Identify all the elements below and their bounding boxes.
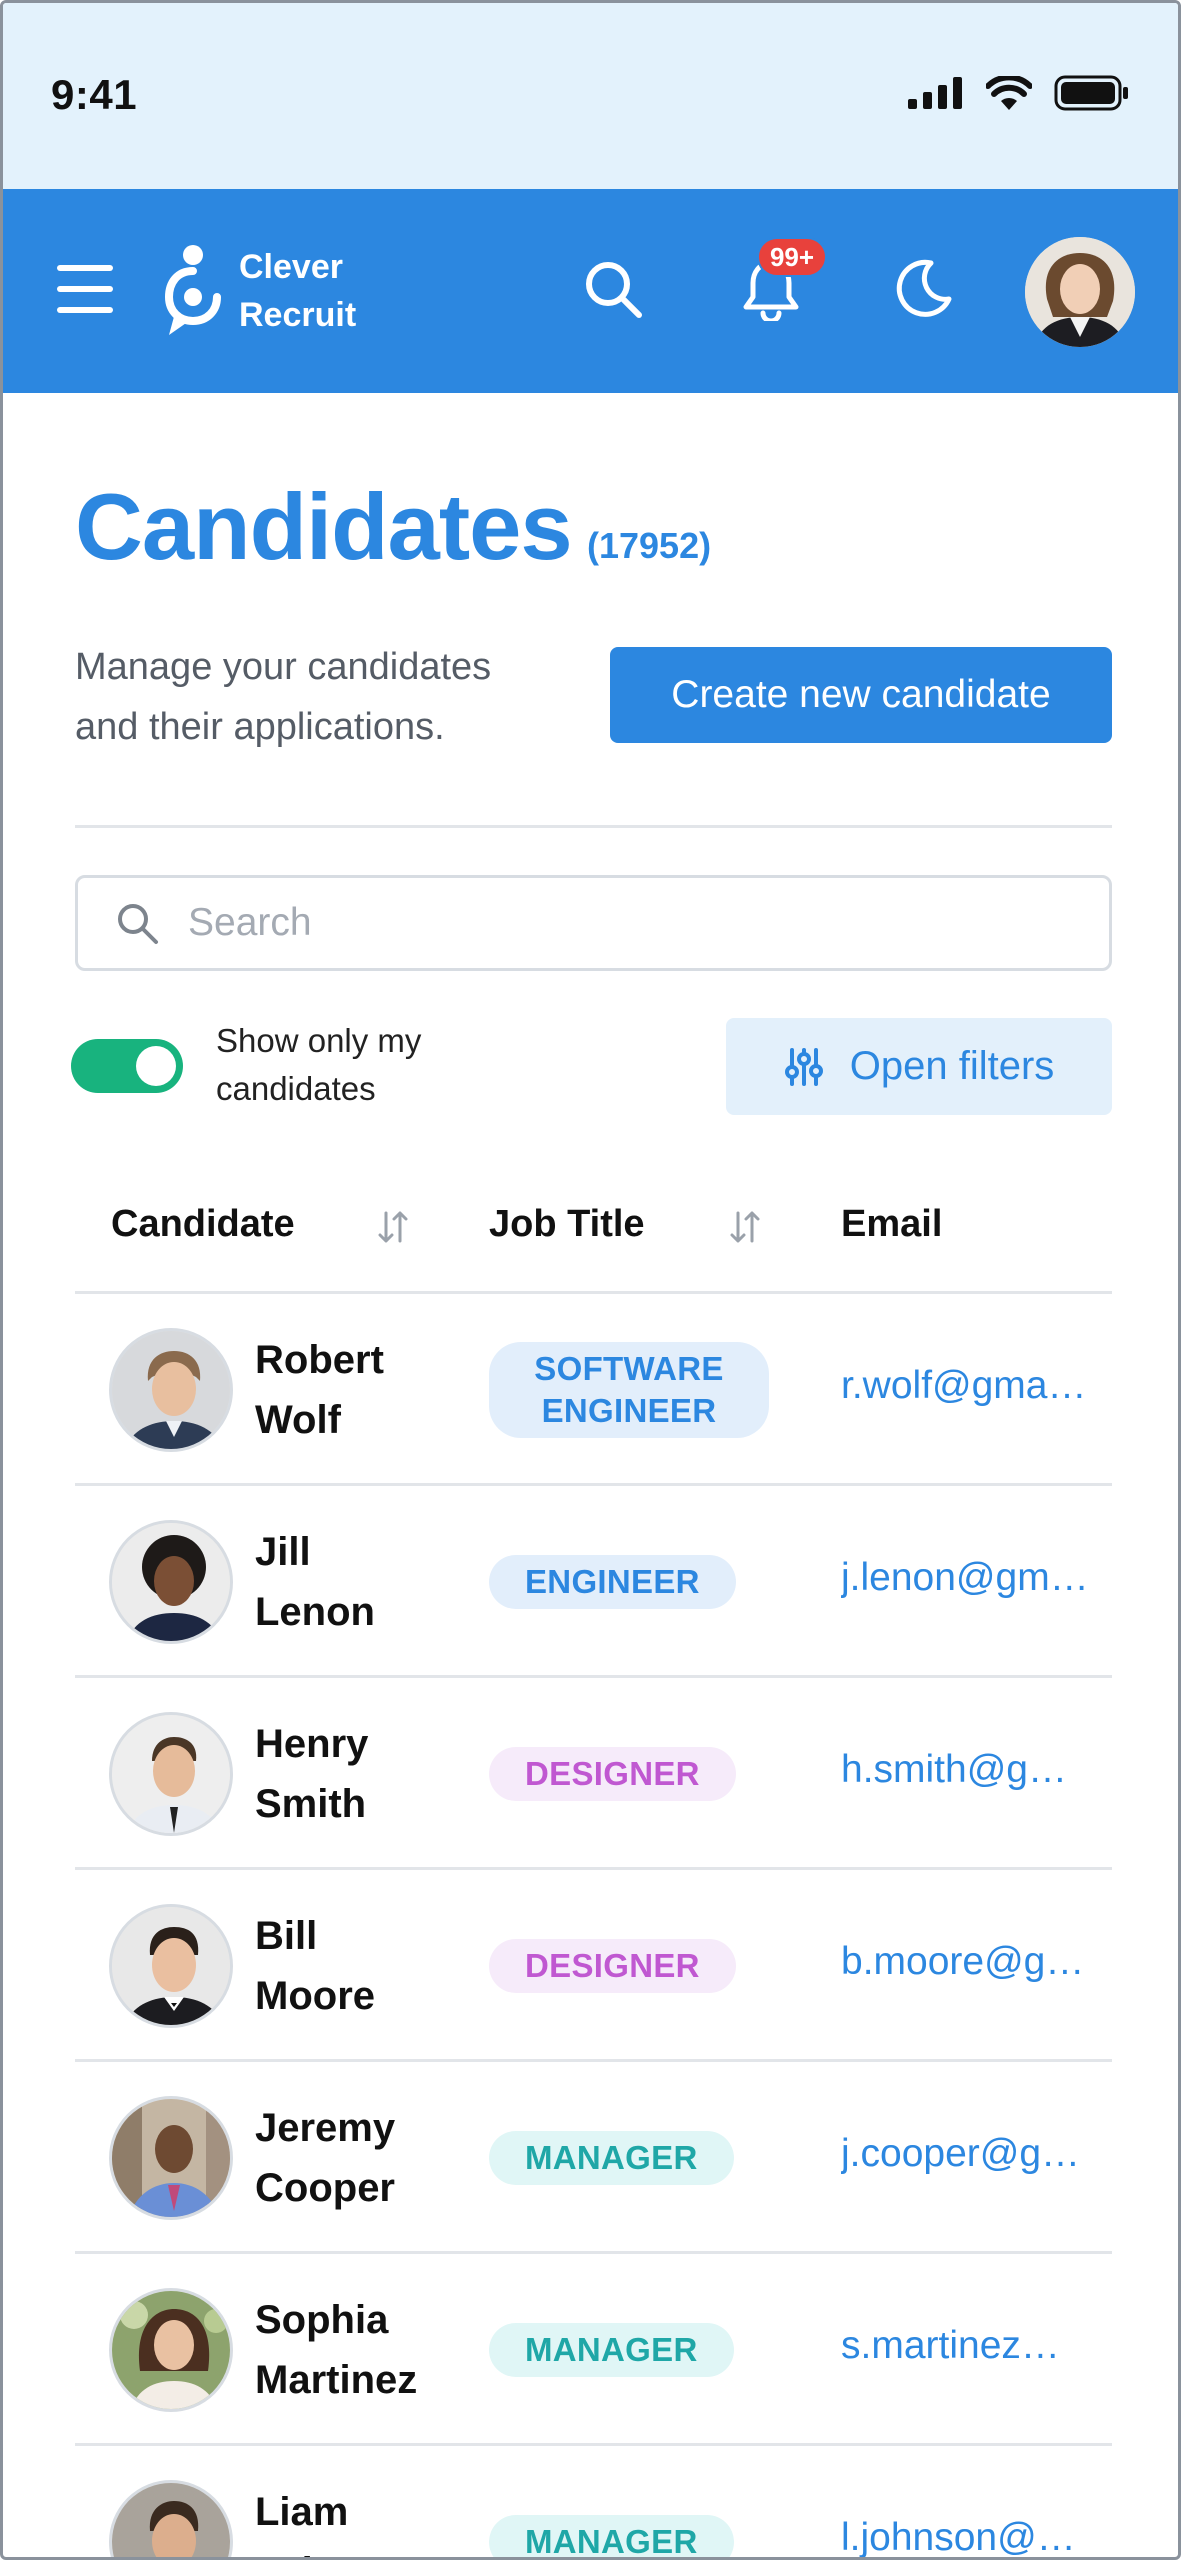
table-row[interactable]: HenrySmith DESIGNER h.smith@gmail.com bbox=[75, 1678, 1112, 1870]
brand-name: Clever Recruit bbox=[239, 243, 356, 339]
show-only-mine-toggle[interactable] bbox=[71, 1039, 183, 1093]
candidate-avatar bbox=[109, 2288, 233, 2412]
hamburger-menu-icon[interactable] bbox=[57, 265, 117, 313]
job-title-badge: MANAGER bbox=[489, 2131, 734, 2185]
table-row[interactable]: LiamJohnson MANAGER l.johnson@gmail.com bbox=[75, 2446, 1112, 2557]
app-screen: 9:41 Clever Recruit 99+ Candidates (1795… bbox=[0, 0, 1181, 2560]
column-header-candidate[interactable]: Candidate bbox=[111, 1203, 295, 1246]
create-candidate-button[interactable]: Create new candidate bbox=[610, 647, 1112, 743]
status-icons bbox=[908, 75, 1130, 111]
candidate-email[interactable]: j.lenon@gmail.com bbox=[841, 1556, 1091, 1600]
candidate-avatar bbox=[109, 1712, 233, 1836]
page-title: Candidates bbox=[75, 474, 573, 579]
job-title-badge: DESIGNER bbox=[489, 1747, 736, 1801]
user-avatar[interactable] bbox=[1025, 237, 1135, 347]
table-row[interactable]: BillMoore DESIGNER b.moore@gmail.com bbox=[75, 1870, 1112, 2062]
candidate-name: Henry Smith bbox=[255, 1722, 369, 1826]
dark-mode-moon-icon[interactable] bbox=[883, 249, 963, 329]
candidate-email[interactable]: h.smith@gmail.com bbox=[841, 1748, 1091, 1792]
column-header-email[interactable]: Email bbox=[841, 1203, 942, 1246]
candidate-name: Sophia Martinez bbox=[255, 2298, 418, 2402]
candidate-name: Jill Lenon bbox=[255, 1530, 375, 1634]
wifi-icon bbox=[986, 76, 1032, 110]
candidate-email[interactable]: r.wolf@gmail.com bbox=[841, 1364, 1091, 1408]
job-title-badge: MANAGER bbox=[489, 2323, 734, 2377]
candidate-name: Bill Moore bbox=[255, 1914, 375, 2018]
candidate-email[interactable]: s.martinez@gmail.com bbox=[841, 2324, 1091, 2368]
app-header: Clever Recruit 99+ bbox=[3, 189, 1178, 393]
divider bbox=[75, 825, 1112, 828]
candidate-email[interactable]: b.moore@gmail.com bbox=[841, 1940, 1091, 1984]
sort-icon[interactable] bbox=[377, 1209, 409, 1245]
clever-recruit-logo-icon bbox=[165, 245, 221, 335]
search-icon[interactable] bbox=[573, 249, 653, 329]
cellular-signal-icon bbox=[908, 77, 962, 109]
job-title-badge: MANAGER bbox=[489, 2515, 734, 2557]
status-bar: 9:41 bbox=[3, 3, 1178, 189]
status-time: 9:41 bbox=[51, 71, 138, 118]
notification-badge: 99+ bbox=[757, 237, 827, 277]
brand-logo[interactable]: Clever Recruit bbox=[165, 241, 356, 341]
search-input[interactable] bbox=[188, 901, 1088, 945]
candidate-name: LiamJohnson bbox=[255, 2490, 422, 2557]
table-row[interactable]: Robert Wolf SOFTWARE ENGINEER r.wolf@gmai… bbox=[75, 1294, 1112, 1486]
table-row[interactable]: JillLenon ENGINEER j.lenon@gmail.com bbox=[75, 1486, 1112, 1678]
toggle-label: Show only my candidates bbox=[216, 1022, 422, 1107]
search-field-icon bbox=[118, 904, 158, 944]
job-title-badge: ENGINEER bbox=[489, 1555, 736, 1609]
candidate-avatar bbox=[109, 2480, 233, 2557]
search-box[interactable] bbox=[75, 875, 1112, 971]
candidate-name: Jeremy Cooper bbox=[255, 2106, 396, 2210]
brand-line-1: Clever bbox=[239, 248, 343, 286]
open-filters-button[interactable]: Open filters bbox=[726, 1018, 1112, 1115]
job-title-badge: SOFTWARE ENGINEER bbox=[489, 1342, 769, 1438]
open-filters-label: Open filters bbox=[849, 1044, 1055, 1088]
candidate-name: Robert Wolf bbox=[255, 1338, 384, 1442]
candidate-avatar bbox=[109, 1904, 233, 2028]
candidate-count: (17952) bbox=[587, 525, 712, 566]
toggle-knob bbox=[136, 1046, 176, 1086]
candidate-avatar bbox=[109, 2096, 233, 2220]
page-description: Manage your candidates and their applica… bbox=[75, 646, 492, 748]
candidate-avatar bbox=[109, 1520, 233, 1644]
sort-icon[interactable] bbox=[729, 1209, 761, 1245]
column-header-job-title[interactable]: Job Title bbox=[489, 1203, 645, 1246]
battery-icon bbox=[1054, 75, 1128, 111]
candidate-email[interactable]: l.johnson@gmail.com bbox=[841, 2516, 1091, 2557]
candidate-email[interactable]: j.cooper@gmail.com bbox=[841, 2132, 1091, 2176]
candidate-avatar bbox=[109, 1328, 233, 1452]
filter-sliders-icon bbox=[784, 1047, 823, 1086]
job-title-badge: DESIGNER bbox=[489, 1939, 736, 1993]
table-row[interactable]: SophiaMartinez MANAGER s.martinez@gmail.… bbox=[75, 2254, 1112, 2446]
table-row[interactable]: JeremyCooper MANAGER j.cooper@gmail.com bbox=[75, 2062, 1112, 2254]
brand-line-2: Recruit bbox=[239, 296, 357, 334]
